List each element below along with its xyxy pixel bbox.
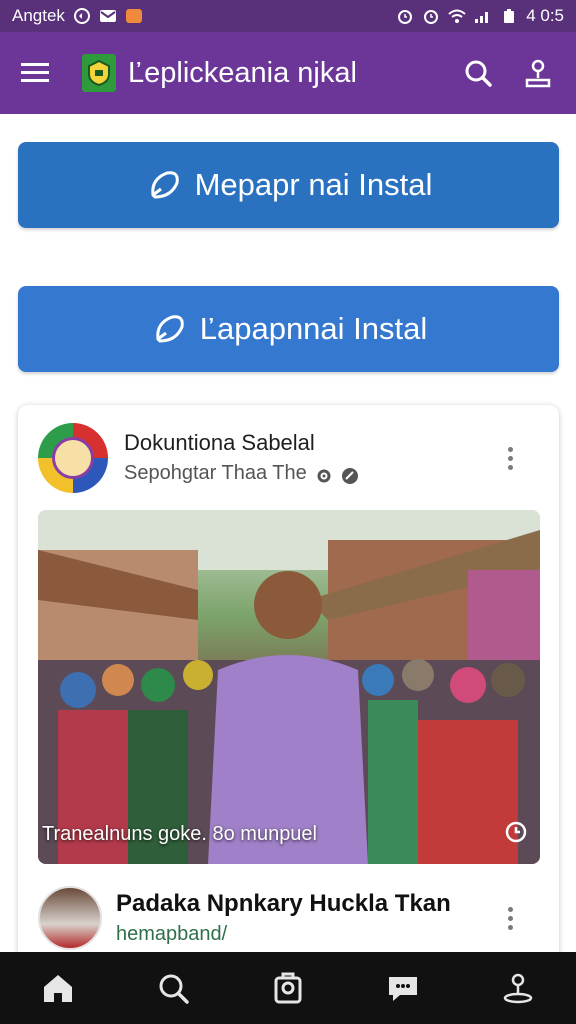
globe-icon [341,464,359,484]
profile-button[interactable] [518,53,558,93]
mail-icon [99,8,117,24]
clock-icon [504,820,528,844]
nav-store[interactable] [258,958,318,1018]
app-notification-icon [125,8,143,24]
home-icon [43,975,72,1002]
nav-home[interactable] [28,958,88,1018]
install-button[interactable]: Ľapapnnai Instal [18,286,559,372]
more-options-button[interactable] [498,440,522,476]
post-header: Dokuntiona Sabelal Sepohgtar Thaa The [38,423,538,493]
hamburger-icon [21,63,49,82]
search-button[interactable] [458,53,498,93]
install-button-label: Mepapr nai Instal [194,167,433,202]
nav-profile[interactable] [488,958,548,1018]
avatar[interactable] [38,886,102,950]
more-options-button[interactable] [498,900,522,936]
nav-chat[interactable] [373,958,433,1018]
status-bar: Angtek 4 0:5 [0,0,576,32]
nav-search[interactable] [143,958,203,1018]
app-bar: Ľeplickeania njkal [0,32,576,114]
install-button-label: Ľapapnnai Instal [199,311,428,346]
post-card: Dokuntiona Sabelal Sepohgtar Thaa The Tr… [18,405,559,965]
app-logo [82,54,116,92]
clock: 4 0:5 [526,6,564,25]
menu-button[interactable] [18,56,52,90]
photo-caption: Tranealnuns goke. 8o munpuel [42,823,317,845]
crowd-photo [38,510,540,864]
app-title: Ľeplickeania njkal [128,56,357,89]
signal-icon [474,8,492,24]
search-icon [465,60,492,87]
rocket-icon [156,315,184,343]
store-icon [274,972,302,1004]
bottom-navigation [0,952,576,1024]
post-subtitle: Sepohgtar Thaa The [124,462,307,484]
battery-icon [500,8,518,24]
chat-icon [389,977,418,1001]
gear-icon [315,464,333,483]
alarm-icon [396,8,414,24]
post-header: Padaka Npnkary Huckla Tkan hemapband/ [38,883,538,953]
notification-icon [73,8,91,24]
search-icon [159,974,189,1004]
post-author[interactable]: Padaka Npnkary Huckla Tkan [116,888,451,920]
rocket-icon [150,171,179,199]
location-person-icon [504,973,533,1004]
post-author[interactable]: Dokuntiona Sabelal [124,428,359,458]
install-button[interactable]: Mepapr nai Instal [18,142,559,228]
post-subtitle[interactable]: hemapband/ [116,920,451,948]
post-photo[interactable]: Tranealnuns goke. 8o munpuel [38,510,540,864]
wifi-icon [448,8,466,24]
avatar[interactable] [38,423,108,493]
alarm-icon [422,8,440,24]
location-person-icon [525,59,551,88]
carrier-label: Angtek [12,6,65,25]
